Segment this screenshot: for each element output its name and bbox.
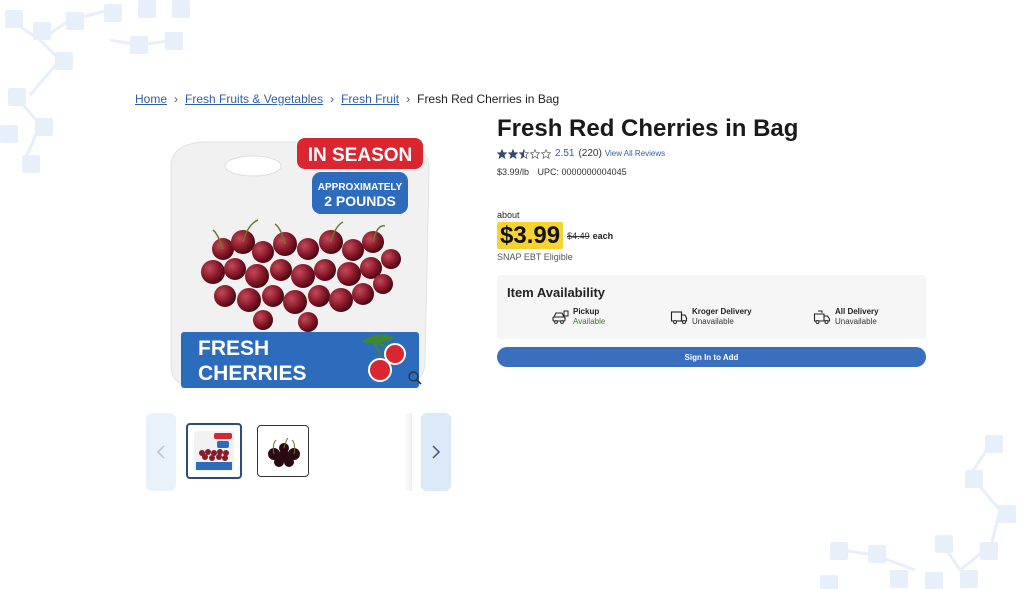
pickup-car-icon [552, 310, 569, 324]
product-image[interactable]: IN SEASON APPROXIMATELY 2 POUNDS FRESH C… [163, 124, 433, 394]
thumbnail-cherries[interactable] [257, 425, 309, 477]
rating-row: 2.51 (220) View All Reviews [497, 148, 665, 159]
rating-value: 2.51 [555, 148, 575, 159]
breadcrumb-fresh-fruit[interactable]: Fresh Fruit [341, 92, 399, 106]
availability-option-pickup[interactable]: Pickup Available [551, 307, 605, 327]
breadcrumb-fresh-fruits-vegetables[interactable]: Fresh Fruits & Vegetables [185, 92, 323, 106]
breadcrumb-home[interactable]: Home [135, 92, 167, 106]
star-icon [519, 148, 529, 159]
all-delivery-status: Unavailable [835, 317, 877, 326]
pattern-lines [839, 444, 1002, 573]
chevron-right-icon: › [174, 92, 179, 106]
cherries-bag-image: IN SEASON APPROXIMATELY 2 POUNDS FRESH C… [170, 138, 430, 388]
badge-text: IN SEASON [308, 145, 413, 166]
weight-line-1: APPROXIMATELY [318, 182, 403, 193]
star-icon [497, 148, 507, 159]
chevron-right-icon [432, 445, 441, 459]
delivery-van-icon [813, 310, 831, 324]
price-unit: each [592, 230, 614, 241]
pickup-status: Available [573, 317, 606, 326]
star-icon [541, 148, 551, 159]
chevron-right-icon: › [330, 92, 335, 106]
unit-price-row: $3.99/lb UPC: 0000000004045 [497, 167, 627, 177]
sale-price: $3.99 [497, 222, 564, 249]
breadcrumb-current: Fresh Red Cherries in Bag [417, 92, 560, 106]
thumbnail-bag-image [194, 431, 234, 471]
star-icon [508, 148, 518, 159]
kroger-delivery-status: Unavailable [692, 317, 734, 326]
chevron-left-icon [156, 445, 165, 459]
sign-in-to-add-button[interactable]: Sign In to Add [497, 347, 926, 367]
label-line-2: CHERRIES [198, 362, 307, 385]
rating-count: (220) [578, 148, 602, 159]
label-line-1: FRESH [198, 337, 269, 360]
price-row: $3.99 $4.49 each [497, 222, 613, 249]
thumbnail-cherries-image [268, 437, 300, 467]
item-availability-panel: Item Availability Pickup Available Kroge… [497, 275, 926, 339]
kroger-delivery-label: Kroger Delivery [692, 307, 752, 316]
carousel-next-button[interactable] [421, 413, 451, 491]
all-delivery-label: All Delivery [835, 307, 879, 316]
product-title: Fresh Red Cherries in Bag [497, 115, 799, 142]
delivery-truck-icon [670, 311, 688, 324]
original-price: $4.49 [567, 230, 590, 241]
chevron-right-icon: › [406, 92, 411, 106]
breadcrumb: Home › Fresh Fruits & Vegetables › Fresh… [135, 92, 559, 106]
star-icon [530, 148, 540, 159]
price-about-label: about [497, 210, 520, 220]
upc: UPC: 0000000004045 [537, 167, 627, 177]
pickup-label: Pickup [573, 307, 600, 316]
background-pattern-bottom-right [820, 430, 1026, 589]
availability-title: Item Availability [507, 285, 606, 300]
availability-option-kroger-delivery[interactable]: Kroger Delivery Unavailable [670, 307, 752, 327]
carousel-prev-button[interactable] [146, 413, 176, 491]
weight-line-2: 2 POUNDS [324, 193, 396, 209]
availability-option-all-delivery[interactable]: All Delivery Unavailable [813, 307, 879, 327]
thumbnail-carousel [146, 413, 452, 491]
thumbnail-bag[interactable] [186, 423, 242, 479]
carousel-fade [404, 413, 412, 491]
unit-price: $3.99/lb [497, 167, 530, 177]
star-rating [497, 148, 551, 159]
snap-eligibility: SNAP EBT Eligible [497, 252, 573, 262]
view-all-reviews-link[interactable]: View All Reviews [605, 149, 665, 158]
magnify-icon[interactable] [407, 370, 423, 386]
